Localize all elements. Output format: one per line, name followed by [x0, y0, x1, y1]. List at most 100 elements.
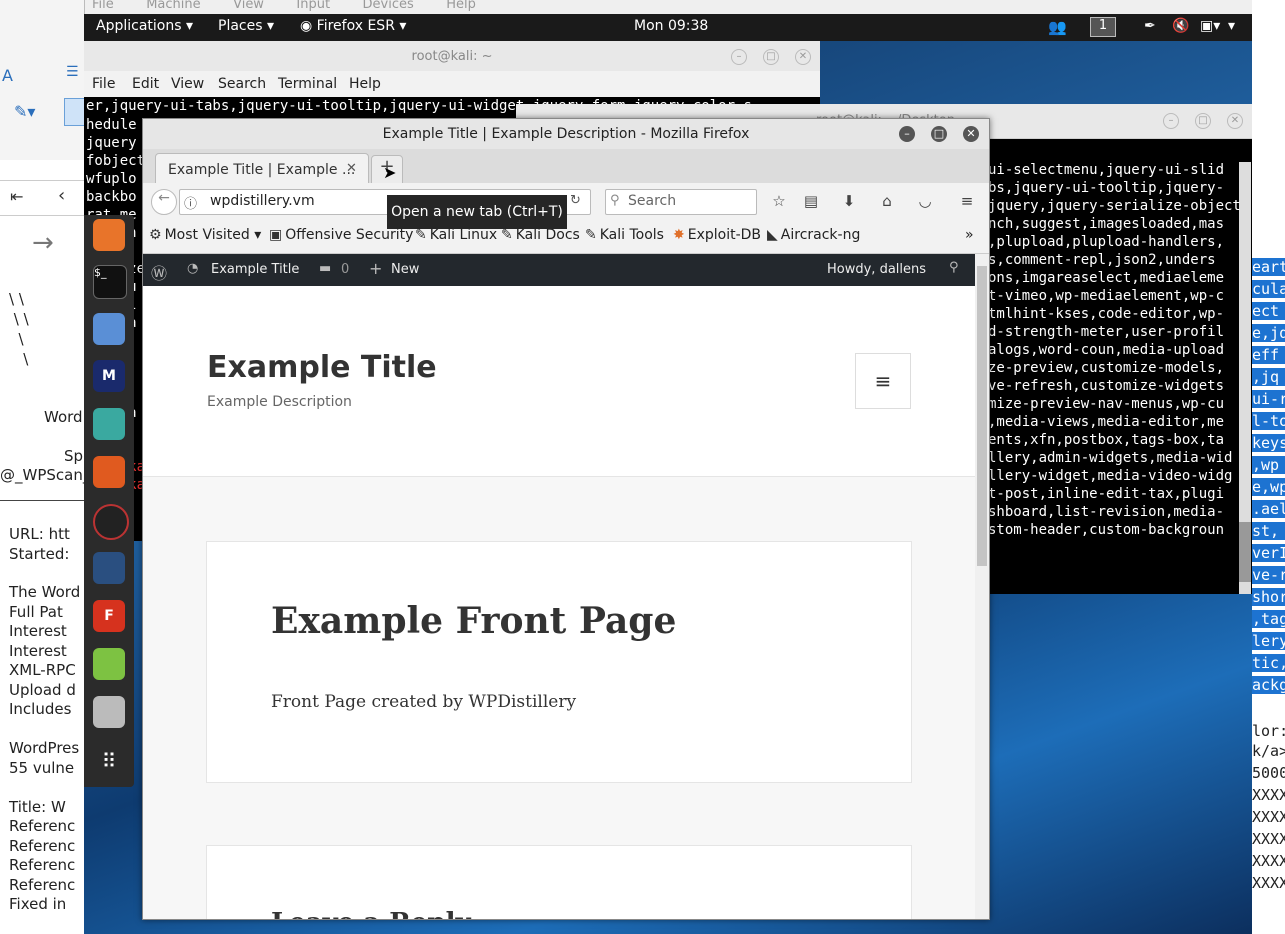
- host-menu-view[interactable]: View: [233, 0, 264, 12]
- list-icon[interactable]: ☰: [66, 64, 79, 80]
- people-icon[interactable]: 👥: [1048, 18, 1067, 36]
- bookmark-aircrack-ng[interactable]: ◣ Aircrack-ng: [767, 227, 860, 243]
- ff-minimize-icon[interactable]: –: [899, 126, 915, 142]
- bookmarks-overflow[interactable]: »: [965, 227, 974, 243]
- terminal2-line: d-strength-meter,user-profil: [988, 324, 1225, 340]
- leafpad-icon[interactable]: [93, 648, 125, 680]
- burpsuite-icon[interactable]: [93, 456, 125, 488]
- font-color-icon[interactable]: A: [2, 66, 13, 85]
- align-button[interactable]: [64, 98, 84, 126]
- screenshot-icon[interactable]: [93, 696, 125, 728]
- pocket-icon[interactable]: ◡: [915, 192, 935, 212]
- back-button[interactable]: ←: [151, 189, 177, 215]
- bookmark-kali-docs[interactable]: ✎ Kali Docs: [501, 227, 580, 243]
- reading-list-icon[interactable]: ▤: [801, 192, 821, 212]
- menu-toggle-button[interactable]: ≡: [855, 353, 911, 409]
- terminal-menu-file[interactable]: File: [92, 76, 115, 92]
- site-title[interactable]: Example Title: [207, 350, 437, 385]
- most-visited-icon: ⚙: [149, 227, 162, 243]
- terminal-menu-help[interactable]: Help: [349, 76, 381, 92]
- back-arrow-icon[interactable]: ‹: [58, 185, 65, 206]
- hamburger-menu-icon[interactable]: ≡: [957, 192, 977, 212]
- terminal-menu-edit[interactable]: Edit: [132, 76, 159, 92]
- new-content-link[interactable]: New: [391, 262, 419, 277]
- host-right-line: ui-r: [1252, 390, 1285, 408]
- page-scroll-thumb[interactable]: [977, 266, 987, 566]
- terminal-menu-terminal[interactable]: Terminal: [278, 76, 337, 92]
- battery-icon[interactable]: ▣▾: [1200, 18, 1220, 34]
- ff-close-icon[interactable]: ✕: [963, 126, 979, 142]
- armitage-icon[interactable]: [93, 408, 125, 440]
- terminal2-scroll-thumb[interactable]: [1239, 522, 1251, 582]
- download-icon[interactable]: ⬇: [839, 192, 859, 212]
- power-menu-icon[interactable]: ▾: [1228, 18, 1235, 34]
- minimize2-icon[interactable]: –: [1163, 113, 1179, 129]
- maximize2-icon[interactable]: □: [1195, 113, 1211, 129]
- maltego-icon[interactable]: [93, 504, 129, 540]
- url-text: wpdistillery.vm: [210, 193, 315, 209]
- terminal2-line: mize-preview-nav-menus,wp-cu: [988, 396, 1225, 412]
- terminal2-line: bs,jquery-ui-tooltip,jquery-: [988, 180, 1225, 196]
- home-icon[interactable]: ⌂: [877, 192, 897, 212]
- bookmark-most-visited[interactable]: ⚙ Most Visited ▾: [149, 227, 261, 243]
- forward-arrow-icon[interactable]: →: [32, 228, 54, 258]
- beef-icon[interactable]: [93, 552, 125, 584]
- close2-icon[interactable]: ✕: [1227, 113, 1243, 129]
- reload-icon[interactable]: ↻: [570, 193, 581, 208]
- metasploit-icon[interactable]: M: [93, 360, 125, 392]
- bookmark-exploit-db[interactable]: ✸ Exploit-DB: [673, 227, 761, 243]
- search-icon: ⚲: [610, 193, 620, 208]
- comments-icon[interactable]: ▬: [319, 261, 331, 276]
- terminal-menu-view[interactable]: View: [171, 76, 204, 92]
- firefox-titlebar[interactable]: Example Title | Example Description - Mo…: [143, 119, 989, 149]
- terminal-icon[interactable]: $_: [93, 265, 127, 299]
- host-menu-machine[interactable]: Machine: [146, 0, 200, 12]
- host-left-line: Interest: [9, 642, 67, 660]
- bookmark-kali-tools[interactable]: ✎ Kali Tools: [585, 227, 664, 243]
- search-bar[interactable]: ⚲ Search: [605, 189, 757, 215]
- page-scrollbar[interactable]: [975, 254, 989, 919]
- highlight-icon[interactable]: ✎▾: [14, 102, 35, 121]
- pen-tool-icon[interactable]: ✒: [1144, 18, 1156, 34]
- ff-maximize-icon[interactable]: □: [931, 126, 947, 142]
- firefox-app-menu[interactable]: ◉ Firefox ESR ▾: [300, 18, 406, 34]
- terminal-menu-search[interactable]: Search: [218, 76, 266, 92]
- host-right-line: ,wp: [1252, 456, 1285, 474]
- tab-active[interactable]: Example Title | Example ... ✕: [155, 153, 369, 184]
- firefox-icon[interactable]: [93, 219, 125, 251]
- show-apps-icon[interactable]: ⠿: [93, 745, 125, 777]
- howdy-user[interactable]: Howdy, dallens: [827, 262, 926, 277]
- bookmark-kali-linux[interactable]: ✎ Kali Linux: [415, 227, 497, 243]
- host-menu-help[interactable]: Help: [446, 0, 476, 12]
- workspace-indicator[interactable]: 1: [1090, 17, 1116, 37]
- bookmark-offensive-security[interactable]: ▣ Offensive Security: [269, 227, 413, 243]
- terminal-titlebar[interactable]: root@kali: ~ – □ ✕: [84, 41, 820, 72]
- host-menu-file[interactable]: File: [92, 0, 114, 12]
- files-icon[interactable]: [93, 313, 125, 345]
- applications-menu[interactable]: Applications ▾: [96, 18, 193, 34]
- maximize-icon[interactable]: □: [763, 49, 779, 65]
- admin-search-icon[interactable]: ⚲: [949, 260, 959, 275]
- terminal2-scrollbar[interactable]: [1239, 162, 1251, 594]
- close-icon[interactable]: ✕: [795, 49, 811, 65]
- comments-count[interactable]: 0: [341, 262, 349, 277]
- host-menu-input[interactable]: Input: [296, 0, 330, 12]
- host-right-line: e,jq: [1252, 324, 1285, 342]
- host-left-line: Full Pat: [9, 603, 63, 621]
- places-menu[interactable]: Places ▾: [218, 18, 274, 34]
- sidebar-toggle-icon[interactable]: ⇤: [10, 187, 23, 206]
- tab-close-icon[interactable]: ✕: [346, 161, 357, 176]
- minimize-icon[interactable]: –: [731, 49, 747, 65]
- admin-site-link[interactable]: Example Title: [211, 262, 299, 277]
- clock[interactable]: Mon 09:38: [634, 18, 708, 34]
- terminal2-line: ui-selectmenu,jquery-ui-slid: [988, 162, 1225, 178]
- bookmark-star-icon[interactable]: ☆: [769, 192, 789, 212]
- host-menu-devices[interactable]: Devices: [363, 0, 414, 12]
- kali-icon: ✎: [415, 227, 427, 243]
- firefox-window[interactable]: Example Title | Example Description - Mo…: [142, 118, 990, 920]
- host-left-line: Fixed in: [9, 895, 67, 913]
- faraday-icon[interactable]: F: [93, 600, 125, 632]
- wordpress-logo-icon[interactable]: Ⓦ: [151, 260, 167, 284]
- info-icon[interactable]: ⓘ: [184, 193, 197, 212]
- volume-icon[interactable]: 🔇: [1172, 18, 1189, 34]
